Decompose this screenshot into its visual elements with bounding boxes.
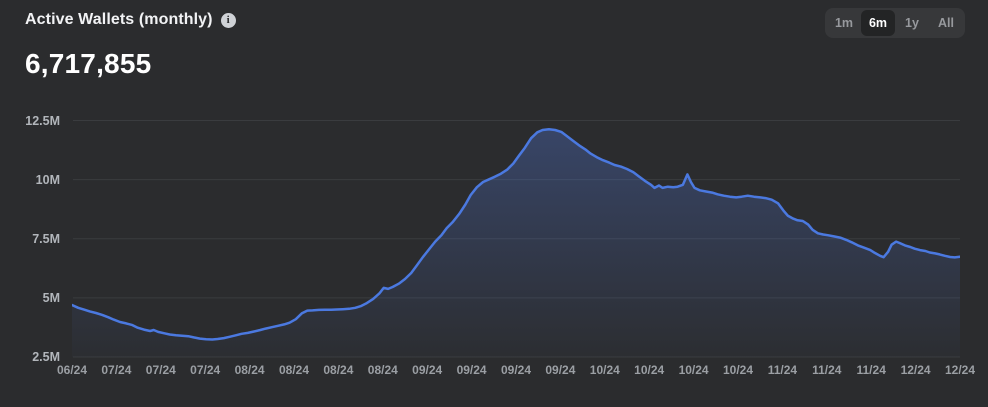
page-title: Active Wallets (monthly)	[25, 11, 213, 28]
x-tick-label: 08/24	[367, 363, 398, 377]
x-tick-label: 09/24	[545, 363, 576, 377]
x-tick-label: 08/24	[234, 363, 265, 377]
x-tick-label: 11/24	[812, 363, 842, 377]
x-tick-label: 10/24	[589, 363, 620, 377]
y-tick-label: 7.5M	[32, 231, 60, 246]
x-tick-label: 10/24	[678, 363, 709, 377]
x-tick-label: 11/24	[856, 363, 886, 377]
x-tick-label: 09/24	[500, 363, 532, 377]
y-tick-label: 10M	[35, 172, 60, 187]
y-tick-label: 2.5M	[32, 350, 60, 364]
y-tick-label: 12.5M	[25, 113, 60, 128]
x-tick-label: 09/24	[456, 363, 487, 377]
line-chart-plot[interactable]	[72, 108, 960, 358]
range-button-1m[interactable]: 1m	[827, 10, 861, 36]
x-tick-label: 06/24	[56, 363, 88, 377]
x-tick-label: 10/24	[722, 363, 754, 377]
chart-header: Active Wallets (monthly) i	[25, 11, 236, 29]
x-tick-label: 10/24	[634, 363, 665, 377]
range-button-6m[interactable]: 6m	[861, 10, 895, 36]
x-tick-label: 07/24	[101, 363, 132, 377]
range-button-1y[interactable]: 1y	[895, 10, 929, 36]
x-tick-label: 08/24	[278, 363, 310, 377]
y-tick-label: 5M	[42, 290, 60, 305]
x-tick-label: 11/24	[767, 363, 798, 377]
x-tick-label: 12/24	[944, 363, 976, 377]
info-icon[interactable]: i	[220, 12, 236, 28]
area-fill	[72, 129, 960, 357]
x-tick-label: 07/24	[190, 363, 221, 377]
metric-value: 6,717,855	[25, 48, 152, 79]
x-tick-label: 12/24	[900, 363, 931, 377]
x-tick-label: 09/24	[412, 363, 443, 377]
x-tick-label: 07/24	[145, 363, 176, 377]
range-button-all[interactable]: All	[929, 10, 963, 36]
range-selector: 1m 6m 1y All	[825, 8, 965, 38]
x-tick-label: 08/24	[323, 363, 354, 377]
